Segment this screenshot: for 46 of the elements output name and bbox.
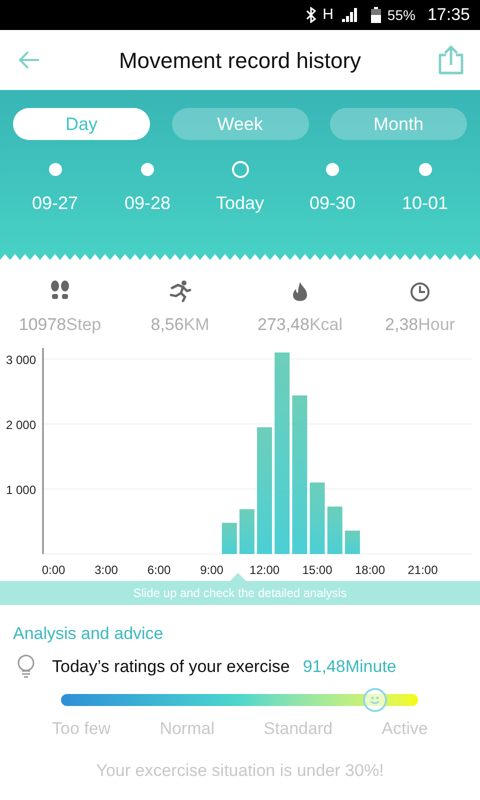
signal-icon: [341, 8, 360, 22]
battery-percent: 55%: [387, 6, 416, 24]
clock-time: 17:35: [427, 4, 470, 26]
share-button[interactable]: [438, 45, 464, 75]
rating-value: 91,48Minute: [302, 656, 396, 678]
chart-bar: [310, 482, 325, 554]
y-tick-label: 3 000: [6, 352, 36, 366]
x-tick-label: 6:00: [147, 562, 171, 576]
stat-value: 2,38Hour: [385, 314, 455, 336]
runner-icon: [168, 280, 192, 302]
chart-bar: [344, 530, 360, 554]
date-item[interactable]: 10-01: [402, 190, 448, 217]
date-item[interactable]: Today: [216, 190, 264, 217]
stat-value: 8,56KM: [150, 314, 210, 336]
x-tick-label: 12:00: [250, 562, 280, 576]
x-tick-label: 0:00: [42, 562, 66, 576]
period-tab[interactable]: Week: [172, 108, 308, 140]
back-arrow-icon: [17, 50, 41, 70]
chart-bar: [222, 522, 237, 554]
hint-text: Slide up and check the detailed analysis: [133, 584, 347, 602]
x-tick-label: 15:00: [302, 562, 332, 576]
x-tick-label: 18:00: [355, 562, 386, 576]
y-tick-label: 2 000: [6, 418, 36, 432]
y-tick-label: 1 000: [6, 482, 36, 496]
chart-bar: [239, 508, 254, 554]
footprints-icon: [48, 280, 72, 302]
page-title: Movement record history: [118, 46, 362, 75]
period-tab[interactable]: Day: [13, 108, 150, 140]
share-icon: [438, 45, 464, 75]
x-tick-label: 21:00: [408, 562, 438, 576]
bluetooth-icon: [304, 7, 317, 23]
lightbulb-icon: [16, 654, 36, 680]
period-tab[interactable]: Month: [330, 108, 467, 140]
stat-value: 10978Step: [18, 314, 102, 336]
x-tick-label: 9:00: [200, 562, 224, 576]
rating-label: Today’s ratings of your exercise: [52, 656, 290, 678]
section-heading: Analysis and advice: [12, 622, 164, 644]
battery-icon: [371, 7, 382, 23]
date-item[interactable]: 09-27: [32, 190, 78, 217]
stat-value: 273,48Kcal: [257, 314, 343, 336]
date-item[interactable]: 09-28: [124, 190, 171, 217]
network-type: H: [322, 4, 334, 25]
clock-icon: [408, 280, 432, 302]
chart-bar: [327, 506, 342, 554]
x-tick-label: 3:00: [94, 562, 118, 576]
date-item[interactable]: 09-30: [309, 190, 356, 217]
